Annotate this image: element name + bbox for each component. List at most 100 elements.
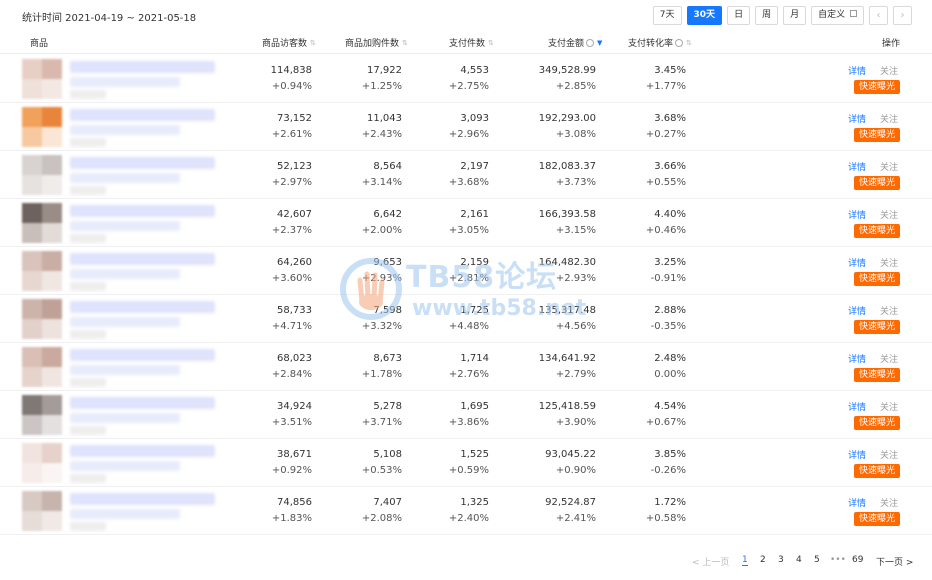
pager-page-4[interactable]: 4 <box>796 555 802 565</box>
cell-pay-items-change: +3.86% <box>448 417 489 428</box>
cell-pay-amount: 182,083.37 <box>538 161 596 172</box>
col-product: 商品 <box>30 39 49 49</box>
period-day-button[interactable]: 日 <box>727 6 751 25</box>
product-title-redacted <box>70 330 106 339</box>
product-thumbnail[interactable] <box>22 203 62 243</box>
follow-link[interactable]: 关注 <box>880 256 898 269</box>
cell-pay-items-change: +0.59% <box>448 465 489 476</box>
product-title-redacted[interactable] <box>70 109 215 121</box>
product-thumbnail[interactable] <box>22 347 62 387</box>
quick-exposure-button[interactable]: 快速曝光 <box>854 128 900 142</box>
product-thumbnail[interactable] <box>22 155 62 195</box>
col-visitors[interactable]: 商品访客数 ⇅ <box>262 36 316 49</box>
product-title-redacted[interactable] <box>70 301 215 313</box>
detail-link[interactable]: 详情 <box>848 160 866 173</box>
product-thumbnail[interactable] <box>22 59 62 99</box>
product-title-redacted[interactable] <box>70 493 215 505</box>
col-conversion[interactable]: 支付转化率 ⇅ <box>628 36 692 49</box>
product-title-redacted[interactable] <box>70 61 215 73</box>
cell-visitors-change: +3.51% <box>271 417 312 428</box>
detail-link[interactable]: 详情 <box>848 256 866 269</box>
product-thumbnail[interactable] <box>22 107 62 147</box>
period-30d-button[interactable]: 30天 <box>686 6 723 25</box>
quick-exposure-button[interactable]: 快速曝光 <box>854 368 900 382</box>
follow-link[interactable]: 关注 <box>880 352 898 365</box>
period-week-button[interactable]: 周 <box>755 6 779 25</box>
pager-page-3[interactable]: 3 <box>778 555 784 565</box>
quick-exposure-button[interactable]: 快速曝光 <box>854 176 900 190</box>
cell-visitors: 73,152 <box>277 113 312 124</box>
quick-exposure-button[interactable]: 快速曝光 <box>854 224 900 238</box>
follow-link[interactable]: 关注 <box>880 400 898 413</box>
product-thumbnail[interactable] <box>22 395 62 435</box>
detail-link[interactable]: 详情 <box>848 352 866 365</box>
cell-pay-amount-change: +4.56% <box>555 321 596 332</box>
pager-prev[interactable]: < 上一页 <box>692 555 729 568</box>
next-period-arrow-icon[interactable]: › <box>893 6 912 25</box>
period-month-button[interactable]: 月 <box>783 6 807 25</box>
follow-link[interactable]: 关注 <box>880 160 898 173</box>
product-title-redacted[interactable] <box>70 349 215 361</box>
cell-conversion-change: +0.67% <box>645 417 686 428</box>
product-title-redacted <box>70 221 180 231</box>
cell-pay-amount-change: +2.41% <box>555 513 596 524</box>
col-pay-amount[interactable]: 支付金额 ▼ <box>548 36 602 49</box>
pager-page-2[interactable]: 2 <box>760 555 766 565</box>
follow-link[interactable]: 关注 <box>880 448 898 461</box>
period-custom-button[interactable]: 自定义 <box>811 6 864 25</box>
table-row: 42,607 +2.37% 6,642 +2.00% 2,161 +3.05% 166,39… <box>0 199 932 247</box>
detail-link[interactable]: 详情 <box>848 304 866 317</box>
col-cart[interactable]: 商品加购件数 ⇅ <box>345 36 408 49</box>
follow-link[interactable]: 关注 <box>880 304 898 317</box>
pager-page-1[interactable]: 1 <box>742 555 748 566</box>
follow-link[interactable]: 关注 <box>880 496 898 509</box>
cell-conversion: 3.66% <box>654 161 686 172</box>
detail-link[interactable]: 详情 <box>848 448 866 461</box>
pager-next[interactable]: 下一页 > <box>876 555 913 568</box>
cell-conversion: 3.85% <box>654 449 686 460</box>
product-title-redacted <box>70 474 106 483</box>
product-thumbnail[interactable] <box>22 251 62 291</box>
product-thumbnail[interactable] <box>22 299 62 339</box>
col-pay-items[interactable]: 支付件数 ⇅ <box>449 36 494 49</box>
quick-exposure-button[interactable]: 快速曝光 <box>854 80 900 94</box>
detail-link[interactable]: 详情 <box>848 208 866 221</box>
table-row: 114,838 +0.94% 17,922 +1.25% 4,553 +2.75% 349,… <box>0 55 932 103</box>
cell-pay-items-change: +3.05% <box>448 225 489 236</box>
quick-exposure-button[interactable]: 快速曝光 <box>854 320 900 334</box>
detail-link[interactable]: 详情 <box>848 112 866 125</box>
product-title-redacted[interactable] <box>70 253 215 265</box>
product-title-redacted[interactable] <box>70 205 215 217</box>
product-thumbnail[interactable] <box>22 491 62 531</box>
pager-page-last[interactable]: 69 <box>852 555 863 565</box>
follow-link[interactable]: 关注 <box>880 64 898 77</box>
cell-cart-change: +1.25% <box>361 81 402 92</box>
cell-pay-items: 1,695 <box>460 401 489 412</box>
product-title-redacted[interactable] <box>70 157 215 169</box>
sort-icon: ⇅ <box>488 39 494 47</box>
detail-link[interactable]: 详情 <box>848 496 866 509</box>
product-thumbnail[interactable] <box>22 443 62 483</box>
follow-link[interactable]: 关注 <box>880 112 898 125</box>
quick-exposure-button[interactable]: 快速曝光 <box>854 464 900 478</box>
cell-conversion: 3.25% <box>654 257 686 268</box>
quick-exposure-button[interactable]: 快速曝光 <box>854 272 900 286</box>
toolbar: 统计时间 2021-04-19 ~ 2021-05-18 7天 30天 日 周 … <box>0 0 932 30</box>
product-title-redacted[interactable] <box>70 397 215 409</box>
detail-link[interactable]: 详情 <box>848 400 866 413</box>
quick-exposure-button[interactable]: 快速曝光 <box>854 512 900 526</box>
period-7d-button[interactable]: 7天 <box>652 6 682 25</box>
quick-exposure-button[interactable]: 快速曝光 <box>854 416 900 430</box>
cell-visitors-change: +2.84% <box>271 369 312 380</box>
pager-page-5[interactable]: 5 <box>814 555 820 565</box>
product-title-redacted[interactable] <box>70 445 215 457</box>
product-title-redacted <box>70 173 180 183</box>
cell-visitors: 52,123 <box>277 161 312 172</box>
cell-visitors: 74,856 <box>277 497 312 508</box>
detail-link[interactable]: 详情 <box>848 64 866 77</box>
follow-link[interactable]: 关注 <box>880 208 898 221</box>
cell-cart: 11,043 <box>367 113 402 124</box>
product-title-redacted <box>70 365 180 375</box>
cell-cart-change: +1.78% <box>361 369 402 380</box>
prev-period-arrow-icon[interactable]: ‹ <box>869 6 888 25</box>
